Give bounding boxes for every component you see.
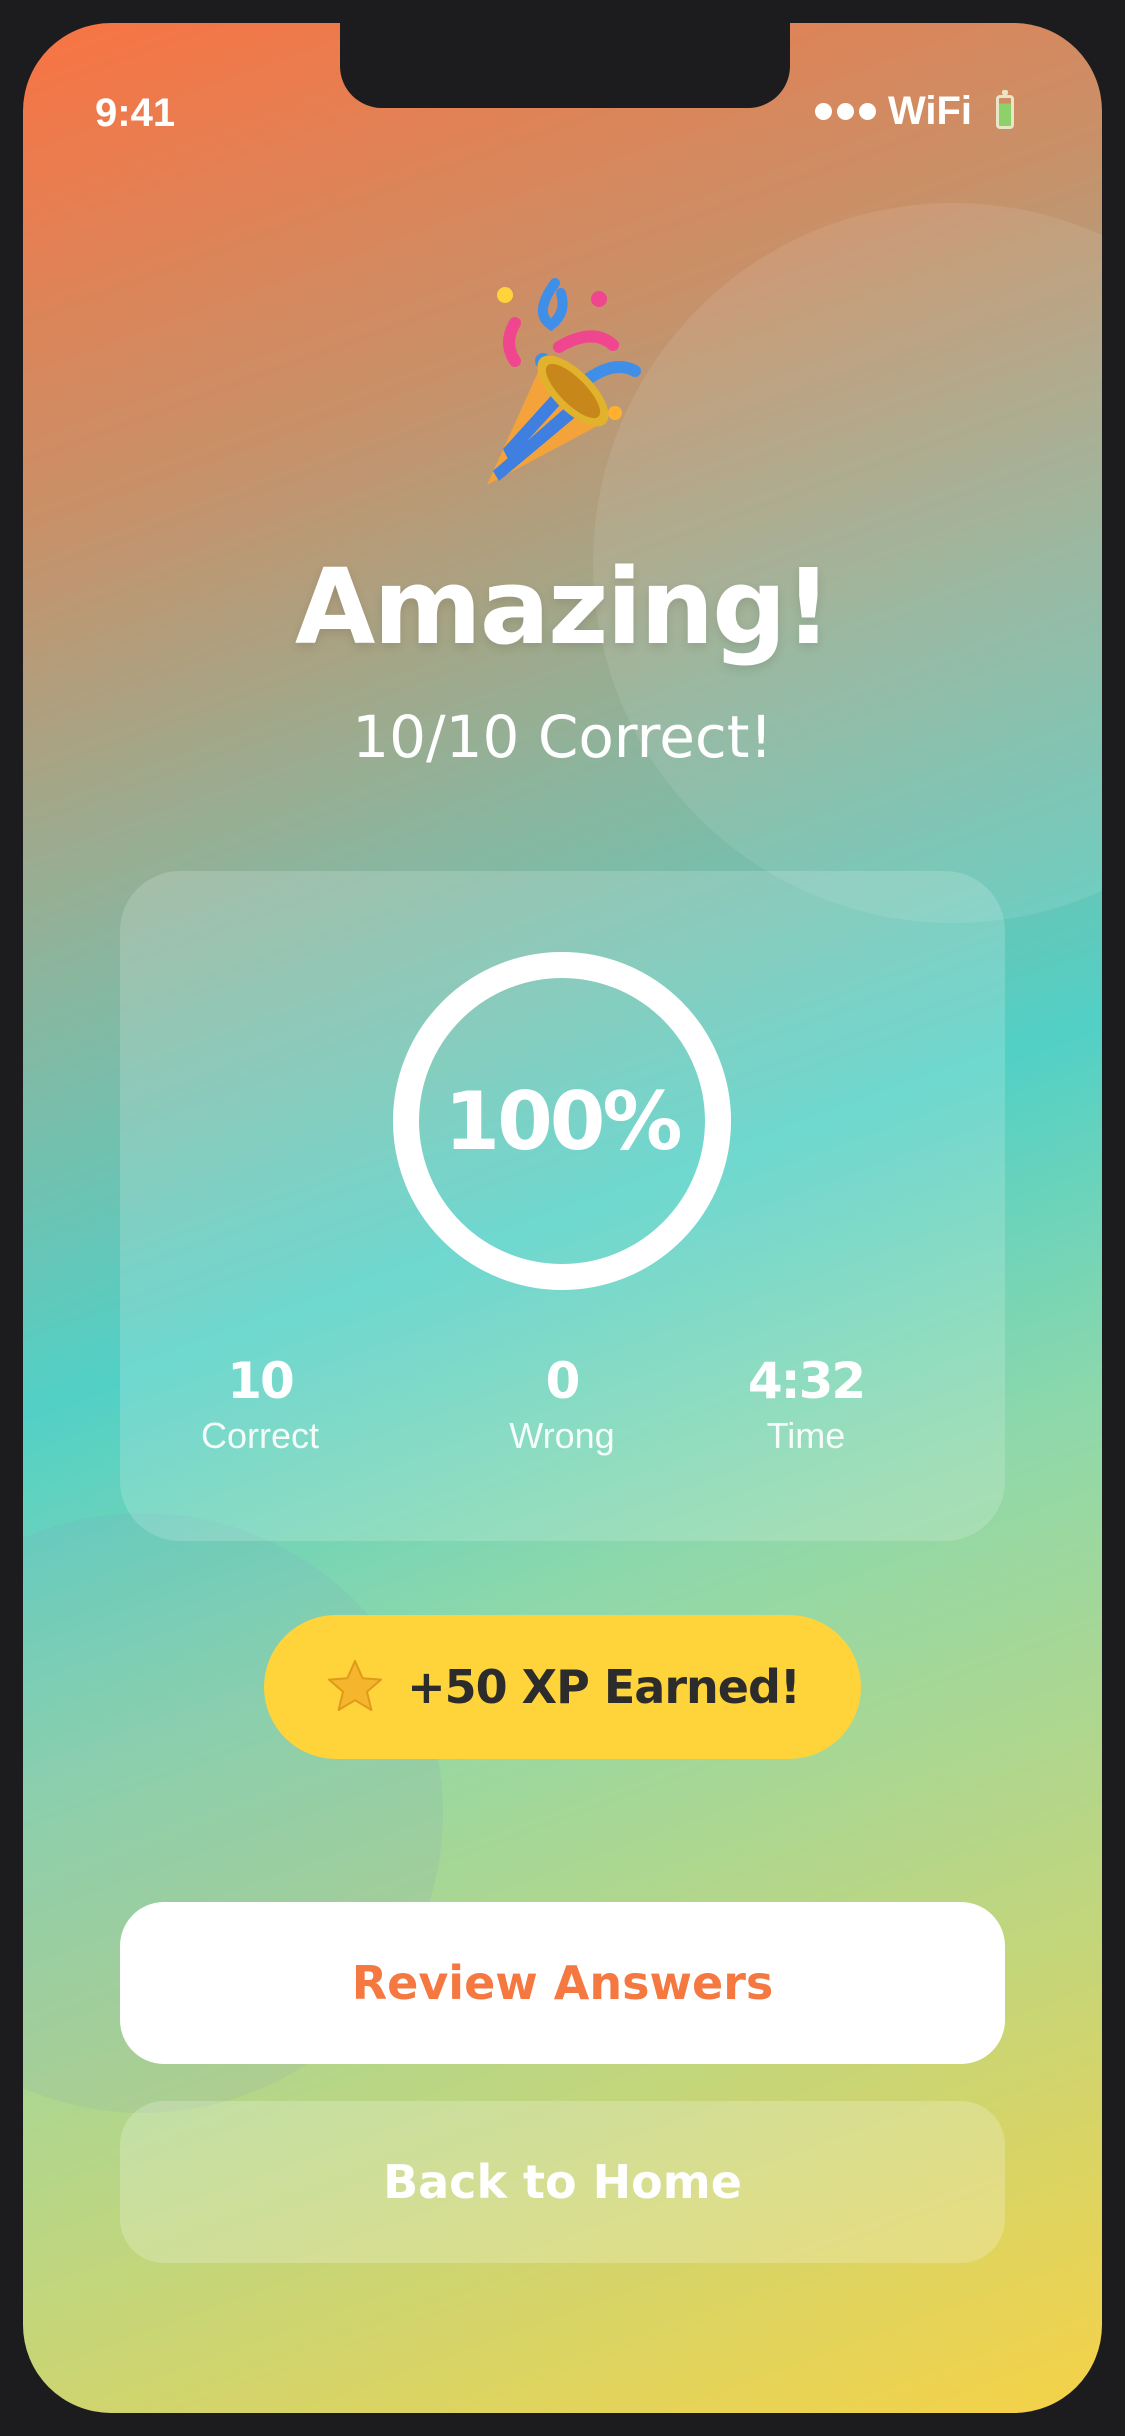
stat-time: 4:32 Time <box>696 1351 916 1457</box>
score-percent: 100% <box>444 1074 682 1168</box>
result-subtitle: 10/10 Correct! <box>352 703 773 771</box>
stat-value: 0 <box>545 1352 581 1410</box>
device-notch <box>340 23 790 108</box>
stat-value: 10 <box>227 1352 295 1410</box>
star-icon <box>328 1660 383 1711</box>
party-popper-icon <box>487 278 641 485</box>
stat-wrong: 0 Wrong <box>452 1351 672 1457</box>
signal-icon <box>814 103 876 120</box>
stat-label: Correct <box>200 1415 320 1456</box>
xp-text: +50 XP Earned! <box>407 1660 801 1714</box>
results-screen: 9:41 WiFi Amazing! 10/10 Correct! 100% 1… <box>23 23 1102 2413</box>
wifi-label: WiFi <box>887 89 972 133</box>
stat-label: Time <box>766 1415 846 1456</box>
phone-frame: 9:41 WiFi Amazing! 10/10 Correct! 100% 1… <box>0 0 1125 2436</box>
review-answers-button[interactable]: Review Answers <box>120 1902 1005 2064</box>
xp-earned-badge: +50 XP Earned! <box>264 1615 861 1759</box>
battery-icon <box>996 89 1014 129</box>
stat-correct: 10 Correct <box>150 1351 370 1457</box>
score-card: 100% 10 Correct 0 Wrong 4:32 Time <box>120 871 1005 1541</box>
status-time: 9:41 <box>95 91 176 135</box>
stat-label: Wrong <box>509 1415 615 1456</box>
result-title: Amazing! <box>294 546 832 668</box>
stat-value: 4:32 <box>747 1352 866 1410</box>
status-indicators: WiFi <box>814 89 1014 134</box>
back-to-home-button[interactable]: Back to Home <box>120 2101 1005 2263</box>
